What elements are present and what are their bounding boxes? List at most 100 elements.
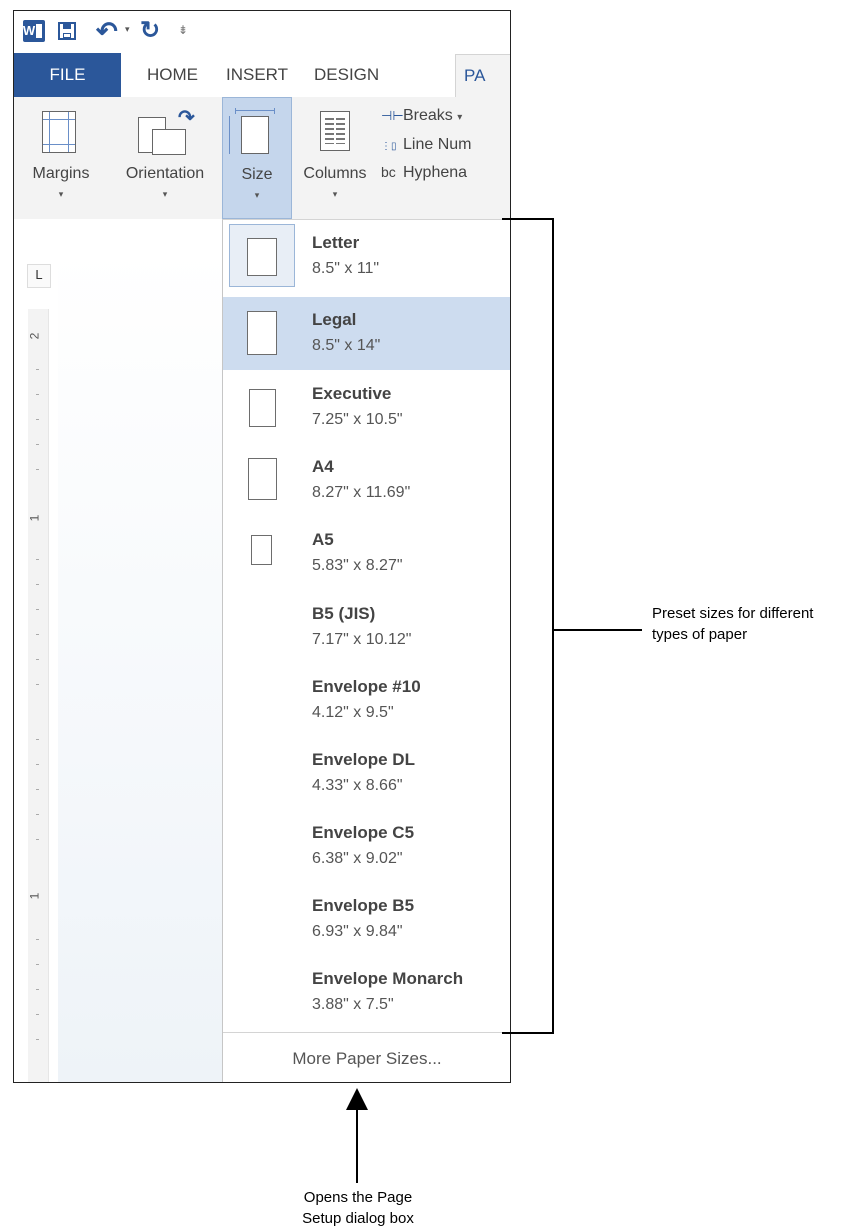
paper-size-name: A5: [312, 530, 334, 549]
ruler-number: 2: [27, 332, 42, 340]
paper-size-dimensions: 4.12" x 9.5": [312, 704, 394, 721]
menu-item-envelope-c5[interactable]: Envelope C5 6.38" x 9.02": [223, 810, 510, 883]
menu-item-legal[interactable]: Legal 8.5" x 14": [223, 297, 510, 370]
menu-item-b5-jis[interactable]: B5 (JIS) 7.17" x 10.12": [223, 591, 510, 664]
quick-access-toolbar: W ↶ ▾ ↻ ⇟: [14, 11, 510, 53]
chevron-down-icon: ▾: [254, 190, 260, 200]
breaks-label: Breaks: [403, 107, 453, 124]
line-numbers-button[interactable]: ⋮▯ Line Num: [381, 132, 471, 158]
menu-item-envelope-b5[interactable]: Envelope B5 6.93" x 9.84": [223, 883, 510, 956]
callout-text: Setup dialog box: [302, 1210, 414, 1227]
rotate-arrow-icon: ↷: [178, 107, 195, 129]
callout-preset-sizes: Preset sizes for different types of pape…: [652, 603, 862, 645]
tab-home[interactable]: HOME: [147, 53, 198, 97]
paper-size-name: A4: [312, 457, 334, 476]
paper-size-name: Envelope DL: [312, 750, 415, 769]
size-dimension-icon: [235, 108, 275, 114]
chevron-down-icon: ▾: [332, 189, 338, 199]
menu-item-a4[interactable]: A4 8.27" x 11.69": [223, 444, 510, 517]
ruler-tick: [36, 659, 39, 660]
ruler-tick: [36, 394, 39, 395]
paper-size-name: Envelope Monarch: [312, 969, 464, 988]
paper-size-dimensions: 8.5" x 11": [312, 260, 380, 277]
customize-toolbar-icon[interactable]: ⇟: [178, 23, 188, 47]
paper-size-name: Envelope #10: [312, 677, 421, 696]
menu-item-envelope-10[interactable]: Envelope #10 4.12" x 9.5": [223, 664, 510, 737]
page-thumbnail-icon: [247, 238, 277, 276]
ruler-tick: [36, 789, 39, 790]
chevron-down-icon: ▾: [58, 189, 64, 199]
undo-dropdown-icon[interactable]: ▾: [125, 24, 130, 48]
ruler-tick: [36, 559, 39, 560]
ruler-tick: [36, 634, 39, 635]
paper-size-name: Envelope C5: [312, 823, 415, 842]
paper-size-dimensions: 3.88" x 7.5": [312, 996, 394, 1013]
menu-item-envelope-monarch[interactable]: Envelope Monarch 3.88" x 7.5": [223, 956, 510, 1029]
ruler-tick: [36, 839, 39, 840]
margins-icon: [42, 111, 76, 153]
ruler-tick: [36, 1039, 39, 1040]
tab-stop-selector[interactable]: L: [27, 264, 51, 288]
callout-arrow-line: [356, 1104, 358, 1183]
page-thumbnail-icon: [247, 311, 277, 355]
breaks-button[interactable]: ⊣⊢Breaks ▾: [381, 103, 462, 129]
page-size-icon: [241, 116, 269, 154]
callout-page-setup: Opens the Page Setup dialog box: [255, 1187, 461, 1229]
orientation-label: Orientation: [125, 165, 205, 182]
page-thumbnail-icon: [249, 389, 276, 427]
ruler-tick: [36, 369, 39, 370]
line-numbers-icon: ⋮▯: [381, 141, 397, 152]
menu-item-a5[interactable]: A5 5.83" x 8.27": [223, 517, 510, 590]
hyphenation-button[interactable]: bc Hyphena: [381, 159, 467, 185]
columns-icon: [320, 111, 350, 151]
size-button[interactable]: Size ▾: [222, 97, 292, 219]
ribbon-tabs: FILE HOME INSERT DESIGN PA: [14, 53, 510, 98]
tab-file[interactable]: FILE: [14, 53, 121, 97]
ruler-number: 1: [27, 892, 42, 900]
ruler-tick: [36, 764, 39, 765]
document-area: L 2 1 1: [14, 219, 222, 1082]
menu-item-executive[interactable]: Executive 7.25" x 10.5": [223, 371, 510, 444]
word-window: W ↶ ▾ ↻ ⇟ FILE HOME INSERT DESIGN PA Mar…: [13, 10, 511, 1083]
menu-item-letter[interactable]: Letter 8.5" x 11": [223, 220, 510, 293]
callout-text: Opens the Page: [303, 1189, 413, 1206]
paper-size-dimensions: 7.17" x 10.12": [312, 631, 412, 648]
document-page[interactable]: [58, 249, 222, 1082]
paper-size-name: Envelope B5: [312, 896, 415, 915]
ribbon: Margins ▾ ↷ Orientation ▾ Size ▾ Columns…: [14, 97, 510, 220]
hyphenation-icon: bc: [381, 164, 396, 180]
ruler-tick: [36, 739, 39, 740]
margins-button[interactable]: Margins ▾: [14, 97, 108, 219]
word-icon-letter: W: [22, 23, 36, 38]
orientation-button[interactable]: ↷ Orientation ▾: [108, 97, 222, 219]
chevron-down-icon: ▾: [162, 189, 168, 199]
tab-insert[interactable]: INSERT: [226, 53, 288, 97]
word-app-icon[interactable]: W: [23, 20, 45, 42]
ruler-tick: [36, 609, 39, 610]
chevron-down-icon: ▾: [457, 112, 463, 123]
breaks-icon: ⊣⊢: [381, 108, 404, 123]
undo-icon[interactable]: ↶: [96, 18, 118, 44]
paper-size-dimensions: 6.93" x 9.84": [312, 923, 403, 940]
callout-text: Preset sizes for different: [652, 605, 814, 622]
margins-label: Margins: [32, 165, 90, 182]
ruler-tick: [36, 469, 39, 470]
paper-size-dimensions: 4.33" x 8.66": [312, 777, 403, 794]
paper-size-dimensions: 8.27" x 11.69": [312, 484, 411, 501]
ruler-tick: [36, 584, 39, 585]
tab-page-layout[interactable]: PA: [455, 54, 510, 98]
paper-size-dimensions: 6.38" x 9.02": [312, 850, 403, 867]
size-label: Size: [241, 166, 273, 183]
menu-item-envelope-dl[interactable]: Envelope DL 4.33" x 8.66": [223, 737, 510, 810]
ruler-tick: [36, 964, 39, 965]
paper-size-name: Letter: [312, 233, 360, 252]
line-numbers-label: Line Num: [403, 136, 472, 153]
save-icon[interactable]: [58, 22, 76, 40]
redo-icon[interactable]: ↻: [140, 19, 160, 44]
more-paper-sizes-button[interactable]: More Paper Sizes...: [223, 1032, 510, 1082]
vertical-ruler: 2 1 1: [27, 309, 49, 1082]
columns-button[interactable]: Columns ▾: [292, 97, 378, 219]
tab-design[interactable]: DESIGN: [314, 53, 379, 97]
paper-size-dimensions: 8.5" x 14": [312, 337, 381, 354]
ruler-number: 1: [27, 514, 42, 522]
